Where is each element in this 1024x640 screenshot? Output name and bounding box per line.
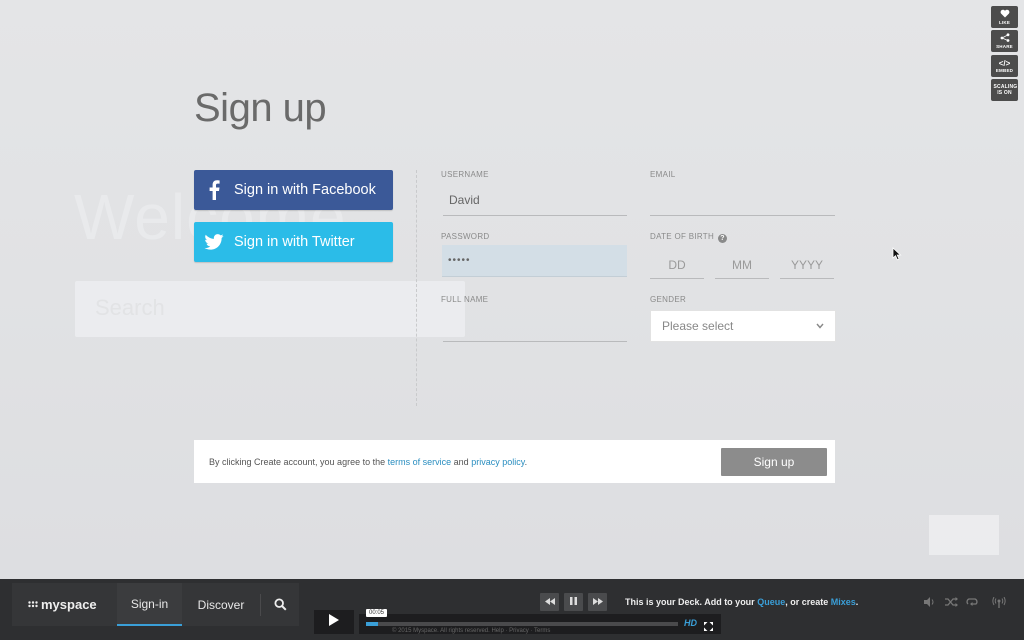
- username-label: USERNAME: [441, 170, 489, 179]
- signup-footer: By clicking Create account, you agree to…: [194, 440, 835, 483]
- twitter-signin-label: Sign in with Twitter: [234, 234, 355, 250]
- rewind-button[interactable]: [540, 593, 559, 611]
- nav-signin[interactable]: Sign-in: [117, 583, 182, 626]
- chevron-down-icon: [816, 321, 824, 331]
- code-icon: </>: [998, 59, 1011, 68]
- like-button[interactable]: LIKE: [991, 6, 1018, 28]
- mixes-link[interactable]: Mixes: [831, 597, 856, 607]
- background-thumbnail: [929, 515, 999, 555]
- queue-link[interactable]: Queue: [757, 597, 785, 607]
- scaling-label: SCALING IS ON: [993, 84, 1018, 96]
- email-field[interactable]: [650, 184, 835, 216]
- username-field[interactable]: David: [443, 184, 627, 216]
- share-icon: [1000, 33, 1010, 44]
- rewind-icon: [544, 597, 555, 607]
- privacy-policy-link[interactable]: privacy policy: [471, 457, 524, 467]
- terms-of-service-link[interactable]: terms of service: [388, 457, 452, 467]
- fast-forward-icon: [592, 597, 603, 607]
- fast-forward-button[interactable]: [588, 593, 607, 611]
- myspace-logo-text: myspace: [41, 597, 97, 612]
- gender-select[interactable]: Please select: [650, 310, 836, 342]
- dob-label: DATE OF BIRTH: [650, 232, 715, 241]
- help-icon[interactable]: ?: [718, 234, 728, 243]
- gender-select-value: Please select: [662, 319, 734, 333]
- repeat-icon[interactable]: [964, 595, 980, 609]
- twitter-signin-button[interactable]: Sign in with Twitter: [194, 222, 393, 262]
- volume-icon[interactable]: [922, 595, 938, 609]
- myspace-logo-icon: [28, 600, 39, 610]
- progress-fill: [366, 622, 379, 626]
- bottom-nav: myspace Sign-in Discover: [12, 583, 299, 626]
- share-label: SHARE: [996, 44, 1013, 49]
- deck-message-suffix: .: [855, 597, 859, 607]
- gender-label: GENDER: [650, 295, 687, 304]
- embed-label: EMBED: [995, 68, 1014, 73]
- myspace-logo[interactable]: myspace: [12, 597, 117, 612]
- column-divider: [416, 170, 417, 406]
- deck-message: This is your Deck. Add to your Queue, or…: [625, 597, 858, 607]
- background-search-box: Search: [75, 281, 465, 337]
- scaling-toggle[interactable]: SCALING IS ON: [991, 79, 1018, 101]
- nav-discover[interactable]: Discover: [182, 583, 260, 626]
- agreement-prefix: By clicking Create account, you agree to…: [209, 456, 386, 467]
- like-label: LIKE: [998, 20, 1011, 25]
- fullscreen-icon[interactable]: [704, 618, 713, 636]
- dob-label-wrap: DATE OF BIRTH?: [650, 232, 728, 243]
- play-button[interactable]: [314, 610, 354, 634]
- progress-bar[interactable]: [366, 622, 678, 626]
- fullname-field[interactable]: [443, 310, 627, 342]
- background-blurred-caption: [848, 524, 918, 546]
- pause-icon: [570, 597, 577, 607]
- dob-year-field[interactable]: YYYY: [780, 247, 834, 279]
- copyright-text: © 2015 Myspace. All rights reserved. Hel…: [392, 628, 551, 634]
- heart-icon: [1000, 9, 1010, 20]
- hd-toggle[interactable]: HD: [684, 618, 697, 628]
- broadcast-icon[interactable]: [991, 595, 1007, 609]
- page-title: Sign up: [194, 86, 327, 130]
- shuffle-icon[interactable]: [943, 595, 959, 609]
- mouse-cursor-icon: [892, 247, 902, 266]
- play-icon: [329, 613, 339, 631]
- embed-button[interactable]: </> EMBED: [991, 55, 1018, 77]
- signup-submit-button[interactable]: Sign up: [721, 447, 827, 476]
- search-icon[interactable]: [261, 598, 299, 611]
- twitter-icon: [194, 234, 234, 250]
- password-field[interactable]: •••••: [442, 245, 627, 277]
- deck-message-prefix: This is your Deck. Add to your: [625, 597, 755, 607]
- dob-day-field[interactable]: DD: [650, 247, 704, 279]
- facebook-icon: [194, 180, 234, 200]
- share-button[interactable]: SHARE: [991, 30, 1018, 52]
- email-label: EMAIL: [650, 170, 676, 179]
- facebook-signin-button[interactable]: Sign in with Facebook: [194, 170, 393, 210]
- facebook-signin-label: Sign in with Facebook: [234, 182, 376, 198]
- dob-month-field[interactable]: MM: [715, 247, 769, 279]
- pause-button[interactable]: [564, 593, 583, 611]
- agreement-text: By clicking Create account, you agree to…: [209, 457, 527, 467]
- deck-message-middle: , or create: [785, 597, 829, 607]
- agreement-and: and: [453, 456, 469, 467]
- password-label: PASSWORD: [441, 232, 490, 241]
- fullname-label: FULL NAME: [441, 295, 489, 304]
- playback-time: 00:05: [366, 609, 388, 617]
- agreement-suffix: .: [524, 456, 528, 467]
